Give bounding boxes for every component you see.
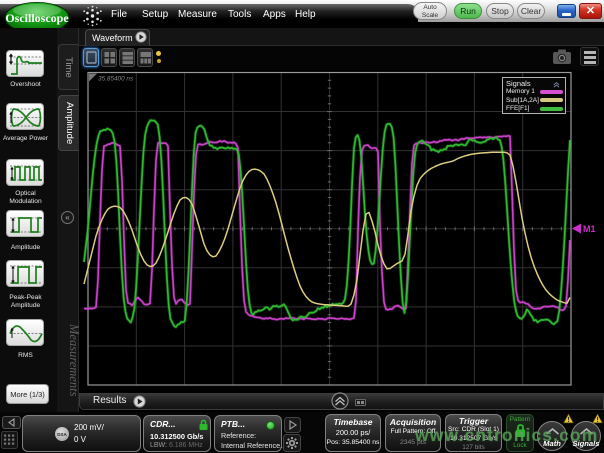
svg-text:M1: M1 — [583, 224, 596, 234]
svg-text:35.85400 ns: 35.85400 ns — [98, 76, 134, 83]
